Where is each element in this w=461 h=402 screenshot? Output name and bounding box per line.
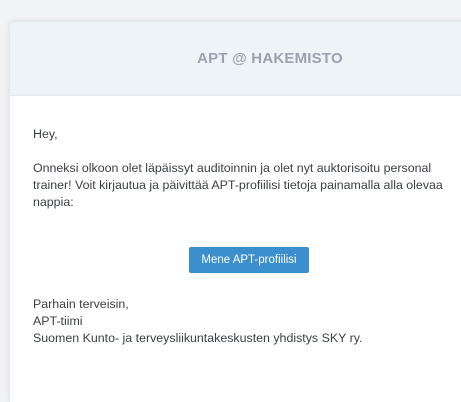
email-header: APT @ HAKEMISTO <box>10 22 461 96</box>
greeting-text: Hey, <box>33 127 58 141</box>
header-title: APT @ HAKEMISTO <box>197 50 343 67</box>
signature-organization: Suomen Kunto- ja terveysliikuntakeskuste… <box>33 331 363 345</box>
signature: Parhain terveisin, APT-tiimi Suomen Kunt… <box>33 296 447 347</box>
email-card: APT @ HAKEMISTO Hey, Onneksi olkoon olet… <box>10 22 461 402</box>
email-body: Hey, Onneksi olkoon olet läpäissyt audit… <box>10 96 461 347</box>
signature-closing: Parhain terveisin, <box>33 297 129 311</box>
signature-team: APT-tiimi <box>33 314 83 328</box>
message-text: Onneksi olkoon olet läpäissyt auditoinni… <box>33 161 443 209</box>
apt-profile-button[interactable]: Mene APT-profiilisi <box>189 247 309 273</box>
button-container: Mene APT-profiilisi <box>33 247 447 273</box>
